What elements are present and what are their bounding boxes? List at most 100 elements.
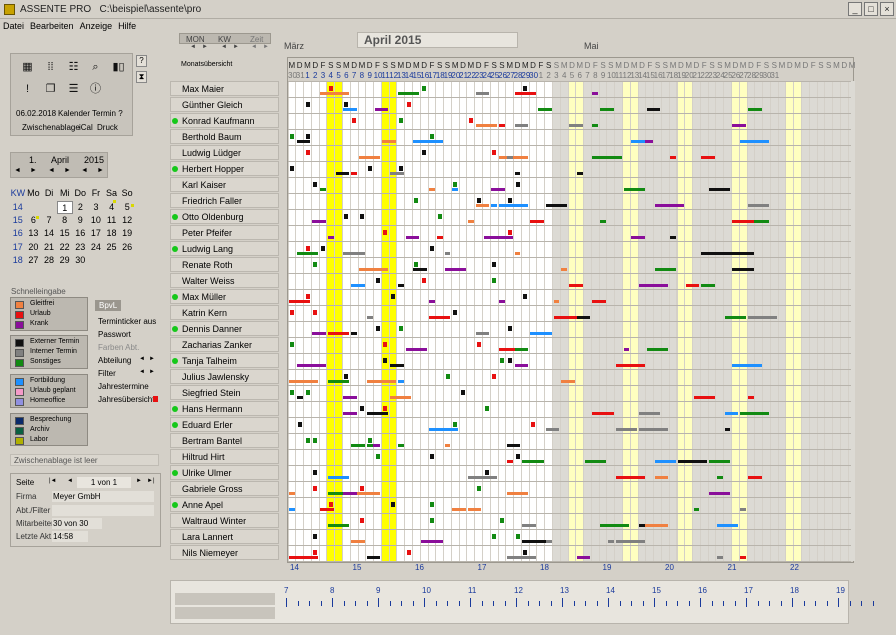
tab-zeit-prev[interactable]: ◄ — [251, 44, 257, 50]
event-bar[interactable] — [343, 252, 365, 255]
event-bar[interactable] — [740, 412, 770, 415]
event-bar[interactable] — [514, 252, 521, 255]
employee-row[interactable]: Siegfried Stein — [170, 385, 279, 400]
event-mark[interactable] — [492, 534, 497, 539]
event-mark[interactable] — [391, 294, 396, 299]
event-bar[interactable] — [413, 268, 428, 271]
event-bar[interactable] — [724, 412, 739, 415]
event-mark[interactable] — [422, 86, 427, 91]
event-bar[interactable] — [327, 380, 350, 383]
schnelleingabe-item[interactable]: Besprechung — [30, 416, 71, 423]
event-bar[interactable] — [615, 476, 645, 479]
event-bar[interactable] — [693, 396, 715, 399]
event-mark[interactable] — [305, 134, 310, 139]
druck-link[interactable]: Druck — [97, 123, 118, 132]
color-swatch[interactable] — [15, 417, 24, 425]
cal-day-cell[interactable]: 22 — [57, 241, 73, 254]
color-swatch[interactable] — [15, 388, 24, 396]
copy-icon[interactable]: ❐ — [43, 82, 58, 96]
event-bar[interactable] — [397, 444, 404, 447]
event-mark[interactable] — [344, 374, 349, 379]
event-bar[interactable] — [654, 268, 676, 271]
event-bar[interactable] — [335, 332, 350, 335]
hourglass-icon[interactable]: ⧗ — [136, 71, 147, 83]
cal-day-cell[interactable]: 30 — [73, 254, 89, 267]
employee-row[interactable]: Walter Weiss — [170, 273, 279, 288]
event-bar[interactable] — [499, 300, 505, 303]
event-bar[interactable] — [405, 348, 428, 351]
event-mark[interactable] — [507, 326, 512, 331]
event-bar[interactable] — [320, 188, 326, 191]
event-mark[interactable] — [484, 470, 489, 475]
event-mark[interactable] — [328, 502, 333, 507]
event-bar[interactable] — [444, 252, 451, 255]
employee-row[interactable]: Max Müller — [170, 289, 279, 304]
event-mark[interactable] — [360, 518, 365, 523]
event-bar[interactable] — [654, 204, 684, 207]
event-bar[interactable] — [576, 556, 591, 559]
event-mark[interactable] — [515, 182, 520, 187]
event-bar[interactable] — [467, 508, 482, 511]
event-mark[interactable] — [290, 134, 294, 139]
schnelleingabe-item[interactable]: Fortbildung — [30, 377, 65, 384]
event-mark[interactable] — [313, 470, 318, 475]
ical-link[interactable]: iCal — [79, 123, 93, 132]
event-bar[interactable] — [506, 156, 513, 159]
event-bar[interactable] — [685, 284, 700, 287]
employee-row[interactable]: Zacharias Zanker — [170, 337, 279, 352]
employee-row[interactable]: Renate Roth — [170, 257, 279, 272]
event-bar[interactable] — [607, 540, 614, 543]
event-mark[interactable] — [461, 390, 466, 395]
event-bar[interactable] — [716, 556, 723, 559]
event-bar[interactable] — [366, 444, 373, 447]
tab-kw-prev[interactable]: ◄ — [221, 44, 227, 50]
cal-year-prev[interactable]: ◄ — [81, 167, 88, 174]
event-bar[interactable] — [514, 364, 529, 367]
event-mark[interactable] — [367, 438, 372, 443]
cal-day-cell[interactable]: 17 — [88, 227, 104, 240]
event-mark[interactable] — [375, 454, 380, 459]
event-mark[interactable] — [360, 406, 365, 411]
cal-day-cell[interactable]: 24 — [88, 241, 104, 254]
event-bar[interactable] — [545, 540, 552, 543]
maximize-button[interactable]: □ — [864, 2, 878, 16]
employee-row[interactable]: Tanja Talheim — [170, 353, 279, 368]
color-swatch[interactable] — [15, 311, 24, 319]
event-mark[interactable] — [313, 550, 318, 555]
event-bar[interactable] — [351, 284, 365, 287]
event-bar[interactable] — [716, 476, 723, 479]
event-mark[interactable] — [383, 342, 388, 347]
event-bar[interactable] — [506, 444, 521, 447]
event-bar[interactable] — [514, 348, 529, 351]
event-bar[interactable] — [429, 428, 459, 431]
cal-day-cell[interactable]: 23 — [73, 241, 89, 254]
event-mark[interactable] — [507, 230, 512, 235]
event-mark[interactable] — [484, 406, 489, 411]
tab-zeit-next[interactable]: ► — [263, 44, 269, 50]
event-mark[interactable] — [492, 150, 497, 155]
cal-kw[interactable]: 18 — [10, 254, 26, 267]
tab-zeit[interactable]: Zeit — [250, 35, 263, 44]
event-mark[interactable] — [375, 278, 380, 283]
page-last-icon[interactable]: ►| — [147, 478, 155, 484]
event-bar[interactable] — [382, 140, 396, 143]
event-bar[interactable] — [491, 204, 498, 207]
cal-day-cell[interactable]: 8 — [57, 214, 73, 227]
cal-kw[interactable]: 17 — [10, 241, 26, 254]
prev-month-label[interactable]: März — [284, 41, 304, 51]
event-mark[interactable] — [383, 230, 388, 235]
filter-prev-icon[interactable]: ◄ — [139, 369, 145, 375]
table-icon[interactable]: ☷ — [66, 60, 81, 74]
cal-day-cell[interactable]: 14 — [41, 227, 57, 240]
minimize-button[interactable]: _ — [848, 2, 862, 16]
event-mark[interactable] — [445, 374, 450, 379]
event-bar[interactable] — [740, 508, 746, 511]
event-mark[interactable] — [500, 358, 505, 363]
event-mark[interactable] — [360, 214, 365, 219]
event-bar[interactable] — [701, 156, 715, 159]
event-mark[interactable] — [430, 134, 435, 139]
menu-anzeige[interactable]: Anzeige — [77, 19, 116, 31]
event-mark[interactable] — [476, 198, 481, 203]
event-mark[interactable] — [422, 278, 427, 283]
schnelleingabe-item[interactable]: Urlaub — [30, 310, 51, 317]
